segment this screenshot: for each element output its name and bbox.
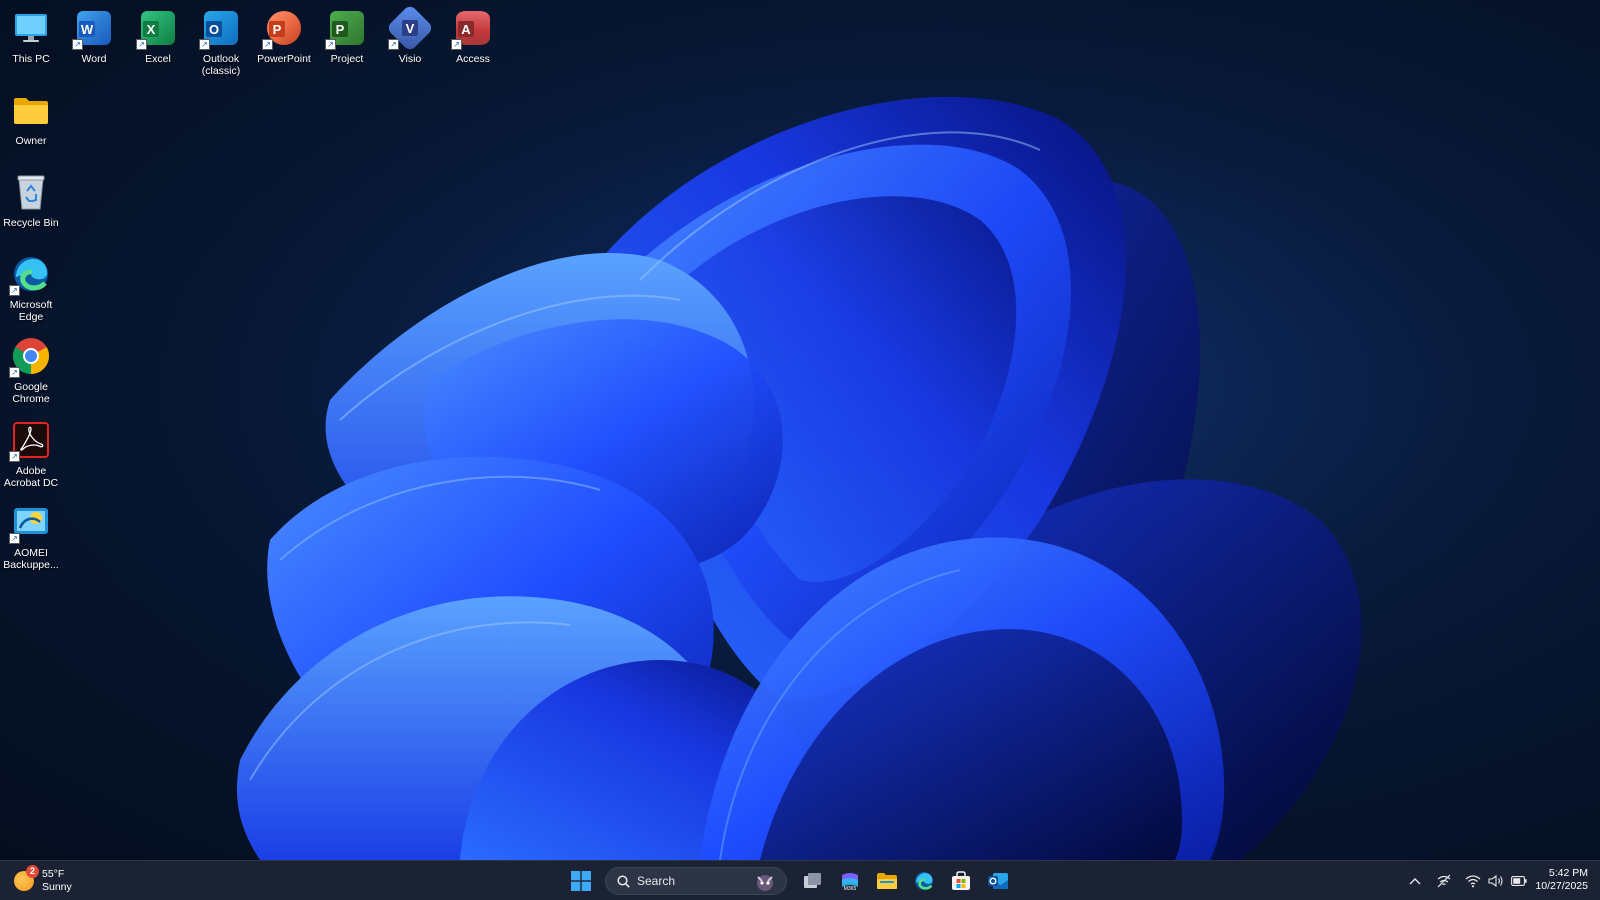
desktop-icon-owner[interactable]: Owner [0, 88, 66, 147]
weather-temperature: 55°F [42, 868, 65, 880]
desktop-icon-label: PowerPoint [257, 53, 311, 65]
shortcut-arrow-icon: ↗ [136, 39, 147, 50]
desktop-icon-microsoft-edge[interactable]: ↗ Microsoft Edge [0, 252, 66, 323]
shortcut-arrow-icon: ↗ [325, 39, 336, 50]
desktop-icon-label: Word [81, 53, 107, 65]
svg-text:M365: M365 [844, 886, 857, 891]
store-icon [952, 871, 970, 890]
desktop-icon-excel[interactable]: X ↗ Excel [123, 6, 193, 65]
shortcut-arrow-icon: ↗ [9, 285, 20, 296]
microsoft-365-copilot-button[interactable]: M365 [834, 865, 866, 897]
weather-condition: Sunny [42, 881, 72, 893]
edge-icon [915, 872, 933, 890]
desktop-icon-adobe-acrobat[interactable]: ↗ Adobe Acrobat DC [0, 418, 66, 489]
microsoft-365-icon: M365 [842, 873, 858, 891]
desktop-icon-recycle-bin[interactable]: Recycle Bin [0, 170, 66, 229]
desktop-icon-label: Adobe Acrobat DC [3, 465, 59, 489]
battery-icon[interactable] [1509, 871, 1529, 891]
taskbar-search-box[interactable]: Search [605, 867, 787, 895]
desktop-icon-powerpoint[interactable]: P ↗ PowerPoint [249, 6, 319, 65]
bloom-wallpaper [0, 0, 1600, 860]
chevron-up-icon[interactable] [1405, 871, 1425, 891]
shortcut-arrow-icon: ↗ [9, 367, 20, 378]
desktop-icon-label: Google Chrome [12, 381, 50, 405]
network-off-icon[interactable] [1434, 871, 1454, 891]
sun-icon: 2 [14, 865, 39, 891]
search-highlight-icon [757, 875, 773, 891]
wifi-icon[interactable] [1463, 871, 1483, 891]
folder-icon [877, 873, 897, 889]
search-placeholder: Search [637, 874, 676, 888]
task-view-button[interactable] [797, 865, 829, 897]
desktop-icon-google-chrome[interactable]: ↗ Google Chrome [0, 334, 66, 405]
microsoft-store-button[interactable] [945, 865, 977, 897]
this-pc-icon [15, 14, 47, 42]
file-explorer-button[interactable] [871, 865, 903, 897]
weather-notification-badge: 2 [26, 865, 39, 878]
desktop-icon-label: Microsoft Edge [9, 299, 53, 323]
windows-logo-icon [571, 871, 591, 891]
desktop-icon-label: Owner [15, 135, 47, 147]
desktop-icon-aomei-backupper[interactable]: ↗ AOMEI Backuppe... [0, 500, 66, 571]
desktop-icon-word[interactable]: W ↗ Word [59, 6, 129, 65]
desktop-icon-this-pc[interactable]: This PC [0, 6, 66, 65]
shortcut-arrow-icon: ↗ [9, 451, 20, 462]
volume-icon[interactable] [1486, 871, 1506, 891]
clock-date: 10/27/2025 [1535, 880, 1588, 892]
outlook-button[interactable] [982, 865, 1014, 897]
desktop-icon-label: Recycle Bin [3, 217, 59, 229]
desktop-icon-label: This PC [12, 53, 50, 65]
desktop-icon-label: Project [330, 53, 364, 65]
desktop-icon-label: Visio [398, 53, 422, 65]
desktop-icon-outlook[interactable]: O ↗ Outlook (classic) [186, 6, 256, 77]
shortcut-arrow-icon: ↗ [388, 39, 399, 50]
taskbar-pinned-apps: Search M365 [565, 865, 1019, 897]
task-view-icon [804, 873, 821, 888]
desktop[interactable]: This PC W ↗ Word X ↗ Excel O ↗ Outlook (… [0, 0, 1600, 860]
folder-icon [14, 98, 48, 124]
desktop-icon-label: Access [456, 53, 490, 65]
weather-widget[interactable]: 2 55°F Sunny [14, 865, 72, 896]
taskbar: 2 55°F Sunny Search M365 5:42 PM 10/27/2… [0, 860, 1600, 900]
desktop-icon-access[interactable]: A ↗ Access [438, 6, 508, 65]
shortcut-arrow-icon: ↗ [199, 39, 210, 50]
edge-button[interactable] [908, 865, 940, 897]
clock-time: 5:42 PM [1548, 867, 1588, 879]
desktop-icon-label: Outlook (classic) [201, 53, 241, 77]
start-button[interactable] [565, 865, 597, 897]
search-icon [616, 874, 630, 888]
shortcut-arrow-icon: ↗ [262, 39, 273, 50]
recycle-bin-icon [17, 175, 45, 210]
outlook-icon [988, 873, 1008, 889]
system-tray [1405, 865, 1532, 897]
desktop-icon-label: Excel [145, 53, 171, 65]
shortcut-arrow-icon: ↗ [72, 39, 83, 50]
desktop-icon-label: AOMEI Backuppe... [3, 547, 59, 571]
desktop-icon-project[interactable]: P ↗ Project [312, 6, 382, 65]
shortcut-arrow-icon: ↗ [9, 533, 20, 544]
desktop-icon-visio[interactable]: V ↗ Visio [375, 3, 445, 65]
taskbar-clock[interactable]: 5:42 PM 10/27/2025 [1535, 867, 1588, 893]
shortcut-arrow-icon: ↗ [451, 39, 462, 50]
